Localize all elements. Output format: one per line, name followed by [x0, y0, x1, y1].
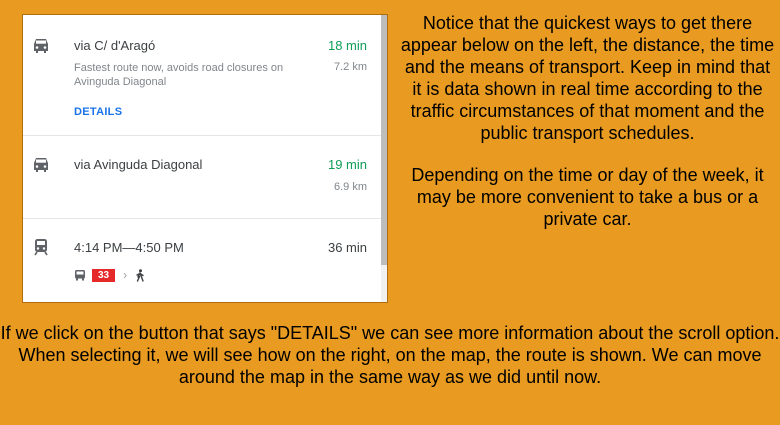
- bus-line-badge: 33: [92, 268, 116, 282]
- chevron-right-icon: ›: [123, 268, 128, 282]
- directions-panel: via C/ d'Aragó 18 min Fastest route now,…: [22, 14, 388, 303]
- explanation-text: Notice that the quickest ways to get the…: [400, 12, 775, 250]
- explanation-paragraph-2: Depending on the time or day of the week…: [411, 165, 764, 229]
- route-option-transit[interactable]: 4:14 PM—4:50 PM 36 min 33 ›: [23, 219, 381, 302]
- route-option-diagonal[interactable]: via Avinguda Diagonal 19 min 6.9 km: [23, 136, 381, 219]
- route-title: via Avinguda Diagonal: [74, 157, 203, 172]
- route-distance: 6.9 km: [333, 181, 367, 193]
- details-button[interactable]: DETAILS: [74, 106, 122, 118]
- scrollbar-thumb[interactable]: [381, 15, 387, 265]
- train-icon: [34, 239, 48, 256]
- route-duration: 36 min: [327, 240, 367, 255]
- route-option-arago[interactable]: via C/ d'Aragó 18 min Fastest route now,…: [23, 15, 381, 136]
- route-duration: 18 min: [327, 38, 367, 53]
- bottom-explanation: If we click on the button that says "DET…: [0, 323, 780, 387]
- transit-steps: 33 ›: [74, 267, 145, 283]
- bus-icon: [75, 270, 85, 281]
- car-icon: [34, 158, 48, 172]
- car-icon: [34, 39, 48, 53]
- route-distance: 7.2 km: [333, 61, 367, 73]
- route-title: via C/ d'Aragó: [74, 38, 156, 53]
- route-description: Fastest route now, avoids road closures …: [74, 62, 284, 88]
- walk-icon: [136, 268, 144, 282]
- transit-schedule: 4:14 PM—4:50 PM: [74, 240, 184, 255]
- route-duration: 19 min: [327, 157, 367, 172]
- scrollbar[interactable]: [381, 15, 387, 302]
- explanation-paragraph-1: Notice that the quickest ways to get the…: [400, 13, 775, 143]
